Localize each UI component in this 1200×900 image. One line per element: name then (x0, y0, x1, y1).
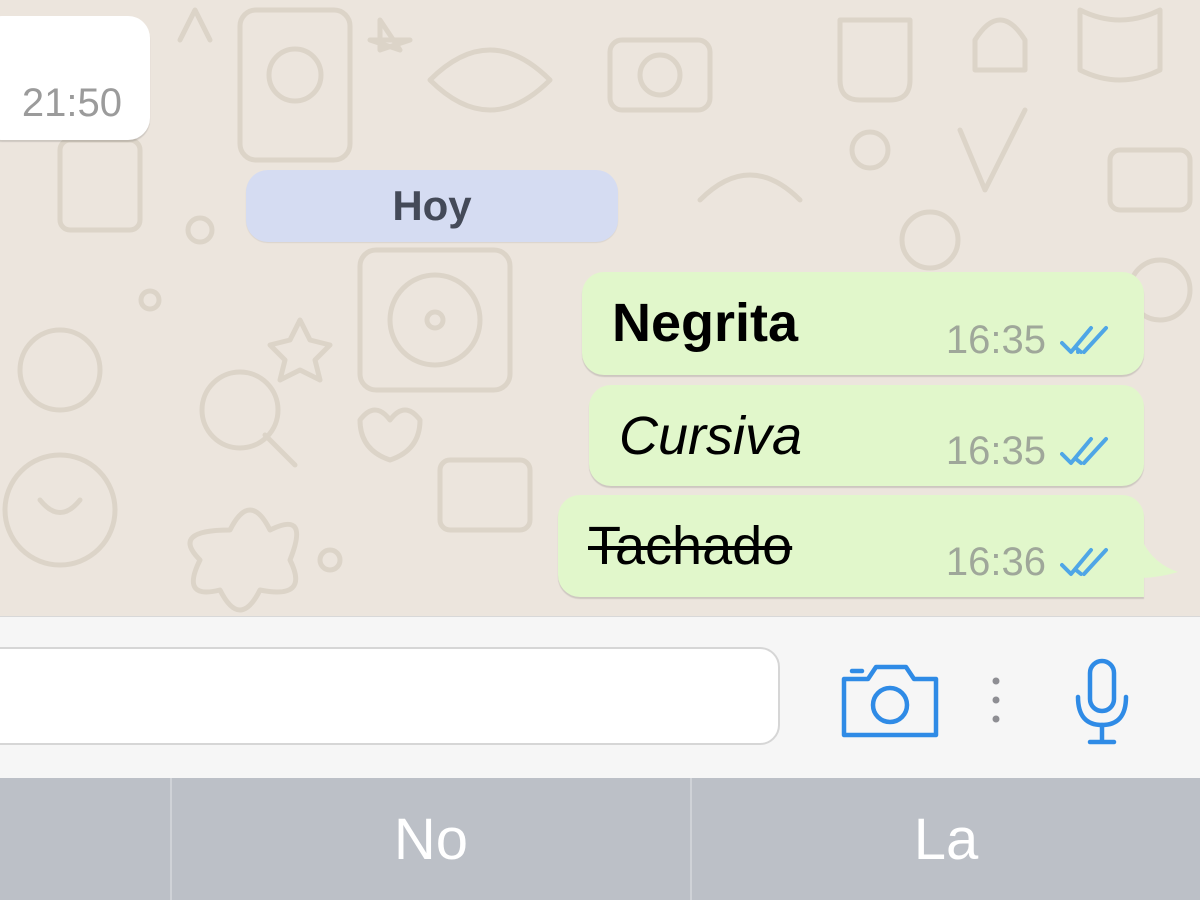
outgoing-message-bubble[interactable]: Cursiva 16:35 (589, 385, 1144, 486)
outgoing-message-bubble[interactable]: Tachado 16:36 (558, 495, 1144, 597)
bubble-tail (1138, 530, 1178, 578)
message-input[interactable] (0, 647, 780, 745)
message-input-bar (0, 616, 1200, 778)
more-dots-icon[interactable] (986, 675, 1006, 725)
double-check-read-icon (1060, 547, 1108, 576)
suggestion-item[interactable] (0, 800, 170, 880)
date-divider: Hoy (246, 170, 618, 242)
message-meta: 16:35 (946, 429, 1116, 474)
microphone-icon[interactable] (1072, 657, 1132, 747)
message-text: Cursiva (619, 406, 803, 466)
camera-icon[interactable] (840, 661, 940, 739)
message-text: Tachado (588, 516, 793, 576)
outgoing-message-bubble[interactable]: Negrita 16:35 (582, 272, 1144, 375)
message-text: Negrita (612, 293, 799, 353)
double-check-read-icon (1060, 436, 1108, 465)
suggestion-item[interactable]: No (172, 800, 690, 880)
message-time: 16:35 (945, 429, 1046, 473)
keyboard-suggestion-bar: No La (0, 778, 1200, 900)
message-time: 16:36 (945, 540, 1046, 584)
message-time: 16:35 (945, 318, 1046, 362)
message-meta: 16:35 (946, 318, 1116, 363)
suggestion-item[interactable]: La (692, 800, 1200, 880)
chat-area[interactable]: 21:50 Hoy Negrita 16:35 Cursiva 16:35 Ta… (0, 0, 1200, 616)
double-check-read-icon (1060, 325, 1108, 354)
incoming-message-bubble[interactable]: 21:50 (0, 16, 150, 140)
message-meta: 16:36 (946, 540, 1116, 585)
message-time: 21:50 (21, 81, 122, 125)
